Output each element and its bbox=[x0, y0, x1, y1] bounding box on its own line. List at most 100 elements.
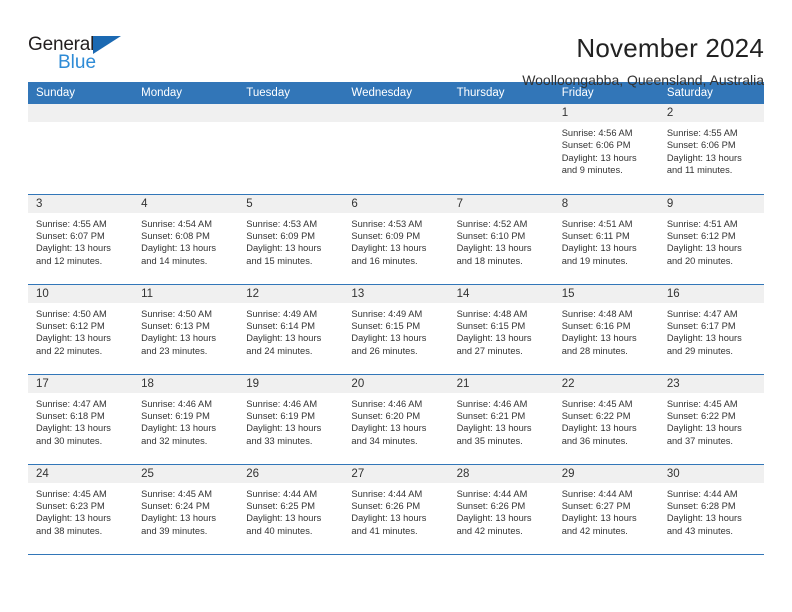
day-detail-line: Sunrise: 4:50 AM bbox=[36, 308, 107, 319]
day-detail-line: Sunset: 6:12 PM bbox=[36, 320, 105, 331]
calendar-body: 1 Sunrise: 4:56 AM Sunset: 6:06 PM Daylight… bbox=[28, 104, 764, 555]
day-detail-line: and 23 minutes. bbox=[141, 345, 208, 356]
calendar-day-cell[interactable]: 13 Sunrise: 4:49 AM Sunset: 6:15 PM Dayligh… bbox=[343, 284, 449, 375]
day-details: Sunrise: 4:51 AM Sunset: 6:11 PM Daylight:… bbox=[554, 213, 659, 268]
day-detail-line: Daylight: 13 hours bbox=[36, 513, 111, 524]
day-details: Sunrise: 4:47 AM Sunset: 6:18 PM Daylight:… bbox=[28, 393, 133, 448]
calendar-day-cell[interactable]: 28 Sunrise: 4:44 AM Sunset: 6:26 PM Dayligh… bbox=[448, 464, 554, 555]
calendar-day-cell[interactable]: 10 Sunrise: 4:50 AM Sunset: 6:12 PM Dayligh… bbox=[28, 284, 134, 375]
title-block: November 2024 Woolloongabba, Queensland,… bbox=[522, 30, 764, 90]
day-number: 20 bbox=[343, 374, 449, 393]
day-detail-line: Daylight: 13 hours bbox=[456, 513, 532, 524]
day-number: 3 bbox=[28, 194, 134, 213]
calendar-day-cell[interactable]: 5 Sunrise: 4:53 AM Sunset: 6:09 PM Daylight… bbox=[238, 194, 344, 285]
day-detail-line: Sunrise: 4:45 AM bbox=[666, 398, 738, 409]
weekday-header-sunday: Sunday bbox=[28, 82, 134, 104]
day-detail-line: Sunset: 6:06 PM bbox=[666, 140, 736, 151]
day-details: Sunrise: 4:50 AM Sunset: 6:12 PM Daylight:… bbox=[28, 303, 133, 358]
day-detail-line: Sunrise: 4:47 AM bbox=[666, 308, 738, 319]
day-detail-line: Daylight: 13 hours bbox=[141, 243, 217, 254]
day-detail-line: and 36 minutes. bbox=[561, 435, 628, 446]
day-detail-line: Daylight: 13 hours bbox=[456, 423, 532, 434]
day-detail-line: and 40 minutes. bbox=[246, 525, 313, 536]
day-detail-line: Sunset: 6:27 PM bbox=[561, 500, 631, 511]
calendar-day-cell[interactable]: 30 Sunrise: 4:44 AM Sunset: 6:28 PM Dayligh… bbox=[658, 464, 764, 555]
calendar-day-cell[interactable]: 23 Sunrise: 4:45 AM Sunset: 6:22 PM Dayligh… bbox=[658, 374, 764, 465]
day-detail-line: and 19 minutes. bbox=[561, 255, 628, 266]
day-detail-line: Sunset: 6:10 PM bbox=[456, 230, 526, 241]
day-number: 8 bbox=[553, 194, 659, 213]
day-detail-line: and 11 minutes. bbox=[666, 165, 733, 176]
calendar-week-row: 17 Sunrise: 4:47 AM Sunset: 6:18 PM Dayligh… bbox=[28, 374, 764, 465]
day-detail-line: and 27 minutes. bbox=[456, 345, 523, 356]
calendar-day-cell[interactable]: 19 Sunrise: 4:46 AM Sunset: 6:19 PM Dayligh… bbox=[238, 374, 344, 465]
calendar-day-cell[interactable]: 26 Sunrise: 4:44 AM Sunset: 6:25 PM Dayligh… bbox=[238, 464, 344, 555]
day-detail-line: and 42 minutes. bbox=[456, 525, 523, 536]
day-number: 18 bbox=[133, 374, 239, 393]
calendar-day-cell[interactable]: 15 Sunrise: 4:48 AM Sunset: 6:16 PM Dayligh… bbox=[553, 284, 659, 375]
day-details: Sunrise: 4:45 AM Sunset: 6:23 PM Daylight:… bbox=[28, 483, 133, 538]
calendar-day-cell[interactable]: 2 Sunrise: 4:55 AM Sunset: 6:06 PM Daylight… bbox=[658, 104, 764, 195]
day-detail-line: Daylight: 13 hours bbox=[666, 333, 742, 344]
day-number: 14 bbox=[448, 284, 554, 303]
day-detail-line: Sunset: 6:20 PM bbox=[351, 410, 421, 421]
calendar-day-cell[interactable]: 3 Sunrise: 4:55 AM Sunset: 6:07 PM Daylight… bbox=[28, 194, 134, 285]
day-details: Sunrise: 4:44 AM Sunset: 6:27 PM Daylight:… bbox=[554, 483, 659, 538]
calendar-day-cell[interactable]: 1 Sunrise: 4:56 AM Sunset: 6:06 PM Daylight… bbox=[553, 104, 659, 195]
day-detail-line: Sunset: 6:17 PM bbox=[666, 320, 736, 331]
day-detail-line: and 42 minutes. bbox=[561, 525, 628, 536]
calendar-day-cell[interactable]: 7 Sunrise: 4:52 AM Sunset: 6:10 PM Daylight… bbox=[448, 194, 554, 285]
day-detail-line: Daylight: 13 hours bbox=[36, 333, 111, 344]
day-number: 25 bbox=[133, 464, 239, 483]
day-details: Sunrise: 4:49 AM Sunset: 6:15 PM Daylight:… bbox=[343, 303, 448, 358]
calendar-day-cell[interactable]: 4 Sunrise: 4:54 AM Sunset: 6:08 PM Daylight… bbox=[133, 194, 239, 285]
day-detail-line: and 34 minutes. bbox=[351, 435, 418, 446]
calendar-day-cell[interactable]: 21 Sunrise: 4:46 AM Sunset: 6:21 PM Dayligh… bbox=[448, 374, 554, 465]
day-detail-line: Daylight: 13 hours bbox=[351, 513, 427, 524]
day-detail-line: Daylight: 13 hours bbox=[456, 243, 532, 254]
calendar-day-cell[interactable]: 27 Sunrise: 4:44 AM Sunset: 6:26 PM Dayligh… bbox=[343, 464, 449, 555]
calendar-day-cell[interactable]: 18 Sunrise: 4:46 AM Sunset: 6:19 PM Dayligh… bbox=[133, 374, 239, 465]
day-number: 4 bbox=[133, 194, 239, 213]
day-detail-line: Sunrise: 4:54 AM bbox=[141, 218, 212, 229]
day-detail-line: Sunrise: 4:46 AM bbox=[456, 398, 528, 409]
day-detail-line: Sunset: 6:23 PM bbox=[36, 500, 105, 511]
day-details: Sunrise: 4:53 AM Sunset: 6:09 PM Daylight:… bbox=[238, 213, 343, 268]
day-detail-line: and 35 minutes. bbox=[456, 435, 523, 446]
day-number: 9 bbox=[658, 194, 764, 213]
day-number: 16 bbox=[658, 284, 764, 303]
calendar-day-cell[interactable]: 16 Sunrise: 4:47 AM Sunset: 6:17 PM Dayligh… bbox=[658, 284, 764, 375]
calendar-cell-empty bbox=[238, 104, 344, 195]
day-detail-line: and 24 minutes. bbox=[246, 345, 313, 356]
day-detail-line: Sunrise: 4:55 AM bbox=[36, 218, 107, 229]
calendar-day-cell[interactable]: 20 Sunrise: 4:46 AM Sunset: 6:20 PM Dayligh… bbox=[343, 374, 449, 465]
calendar-day-cell[interactable]: 22 Sunrise: 4:45 AM Sunset: 6:22 PM Dayligh… bbox=[553, 374, 659, 465]
day-number bbox=[133, 104, 239, 122]
day-details: Sunrise: 4:54 AM Sunset: 6:08 PM Daylight:… bbox=[133, 213, 238, 268]
day-details: Sunrise: 4:55 AM Sunset: 6:07 PM Daylight:… bbox=[28, 213, 133, 268]
calendar-day-cell[interactable]: 8 Sunrise: 4:51 AM Sunset: 6:11 PM Daylight… bbox=[553, 194, 659, 285]
day-details: Sunrise: 4:45 AM Sunset: 6:22 PM Daylight:… bbox=[659, 393, 764, 448]
day-detail-line: Daylight: 13 hours bbox=[351, 243, 427, 254]
day-number: 2 bbox=[658, 104, 764, 122]
day-detail-line: Daylight: 13 hours bbox=[36, 243, 111, 254]
calendar-day-cell[interactable]: 6 Sunrise: 4:53 AM Sunset: 6:09 PM Daylight… bbox=[343, 194, 449, 285]
calendar-day-cell[interactable]: 11 Sunrise: 4:50 AM Sunset: 6:13 PM Dayligh… bbox=[133, 284, 239, 375]
day-detail-line: and 29 minutes. bbox=[666, 345, 733, 356]
calendar-day-cell[interactable]: 24 Sunrise: 4:45 AM Sunset: 6:23 PM Dayligh… bbox=[28, 464, 134, 555]
calendar-day-cell[interactable]: 25 Sunrise: 4:45 AM Sunset: 6:24 PM Dayligh… bbox=[133, 464, 239, 555]
day-detail-line: Sunrise: 4:45 AM bbox=[561, 398, 633, 409]
day-detail-line: and 30 minutes. bbox=[36, 435, 103, 446]
calendar-day-cell[interactable]: 9 Sunrise: 4:51 AM Sunset: 6:12 PM Daylight… bbox=[658, 194, 764, 285]
general-blue-logo[interactable]: General Blue bbox=[28, 30, 148, 76]
calendar-day-cell[interactable]: 14 Sunrise: 4:48 AM Sunset: 6:15 PM Dayligh… bbox=[448, 284, 554, 375]
day-details bbox=[343, 122, 448, 127]
calendar-day-cell[interactable]: 29 Sunrise: 4:44 AM Sunset: 6:27 PM Dayligh… bbox=[553, 464, 659, 555]
day-number: 24 bbox=[28, 464, 134, 483]
day-number: 6 bbox=[343, 194, 449, 213]
calendar-day-cell[interactable]: 12 Sunrise: 4:49 AM Sunset: 6:14 PM Dayligh… bbox=[238, 284, 344, 375]
calendar-day-cell[interactable]: 17 Sunrise: 4:47 AM Sunset: 6:18 PM Dayligh… bbox=[28, 374, 134, 465]
day-detail-line: Sunset: 6:14 PM bbox=[246, 320, 316, 331]
day-detail-line: Daylight: 13 hours bbox=[351, 423, 427, 434]
day-detail-line: Sunrise: 4:46 AM bbox=[246, 398, 318, 409]
